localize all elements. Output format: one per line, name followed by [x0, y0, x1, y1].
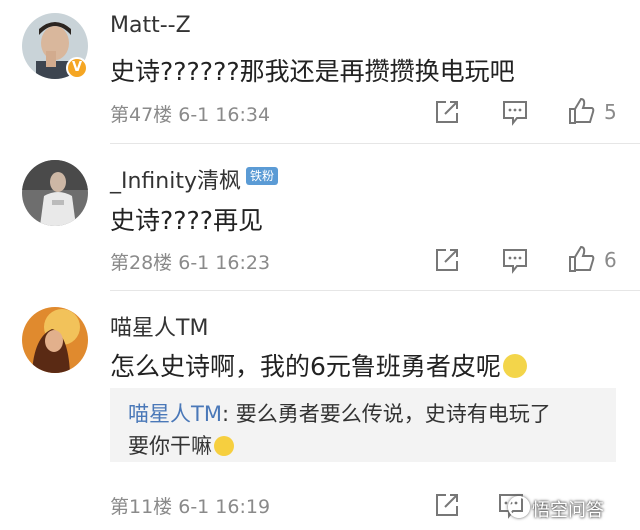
- share-icon[interactable]: [432, 97, 462, 127]
- avatar[interactable]: [22, 307, 88, 373]
- username[interactable]: _Infinity清枫: [110, 163, 241, 195]
- comment-meta: 第47楼 6-1 16:34: [110, 100, 270, 127]
- comment-text: 怎么史诗啊，我的6元鲁班勇者皮呢: [110, 347, 527, 383]
- comment-date: 6-1 16:34: [178, 104, 271, 126]
- quoted-text: 要你干嘛: [128, 434, 212, 458]
- comment-text: 史诗????再见: [110, 206, 264, 235]
- comment-meta: 第28楼 6-1 16:23: [110, 248, 270, 275]
- comment-date: 6-1 16:19: [178, 496, 271, 518]
- like-count: 6: [604, 248, 617, 272]
- share-icon[interactable]: [432, 245, 462, 275]
- floor-number: 第11楼: [110, 496, 173, 518]
- quoted-username[interactable]: 喵星人TM: [128, 402, 222, 426]
- avatar[interactable]: [22, 160, 88, 226]
- floor-number: 第47楼: [110, 104, 173, 126]
- username[interactable]: Matt--Z: [110, 13, 191, 38]
- quoted-text: : 要么勇者要么传说，史诗有电玩了: [221, 402, 551, 426]
- quoted-reply[interactable]: 喵星人TM: 要么勇者要么传说，史诗有电玩了 要你干嘛: [110, 388, 616, 462]
- emoji-icon: [502, 354, 527, 378]
- username[interactable]: 喵星人TM: [110, 310, 208, 342]
- emoji-icon: [214, 436, 234, 456]
- comment-item: 喵星人TM 怎么史诗啊，我的6元鲁班勇者皮呢 喵星人TM: 要么勇者要么传说，史…: [0, 292, 640, 530]
- floor-number: 第28楼: [110, 252, 173, 274]
- comment-text-body: 怎么史诗啊，我的6元鲁班勇者皮呢: [110, 352, 501, 381]
- like-count: 5: [604, 100, 617, 124]
- comment-date: 6-1 16:23: [178, 252, 271, 274]
- divider: [110, 143, 640, 144]
- thumbs-up-icon[interactable]: [566, 96, 596, 126]
- comment-icon[interactable]: [500, 97, 530, 127]
- share-icon[interactable]: [432, 490, 462, 520]
- watermark: 悟空问答: [532, 500, 604, 521]
- verified-badge-icon: V: [66, 57, 88, 79]
- comment-meta: 第11楼 6-1 16:19: [110, 492, 270, 519]
- quoted-reply-line: 喵星人TM: 要么勇者要么传说，史诗有电玩了: [128, 398, 551, 428]
- comment-item: _Infinity清枫 铁粉 史诗????再见 第28楼 6-1 16:23 6: [0, 145, 640, 290]
- divider: [110, 290, 640, 291]
- fan-badge: 铁粉: [246, 167, 279, 185]
- comment-icon[interactable]: [500, 245, 530, 275]
- quoted-reply-line: 要你干嘛: [128, 430, 234, 460]
- thumbs-up-icon[interactable]: [566, 244, 596, 274]
- comment-item: V Matt--Z 史诗??????那我还是再攒攒换电玩吧 第47楼 6-1 1…: [0, 0, 640, 145]
- comment-text: 史诗??????那我还是再攒攒换电玩吧: [110, 57, 515, 86]
- watermark-logo-icon: [508, 496, 530, 518]
